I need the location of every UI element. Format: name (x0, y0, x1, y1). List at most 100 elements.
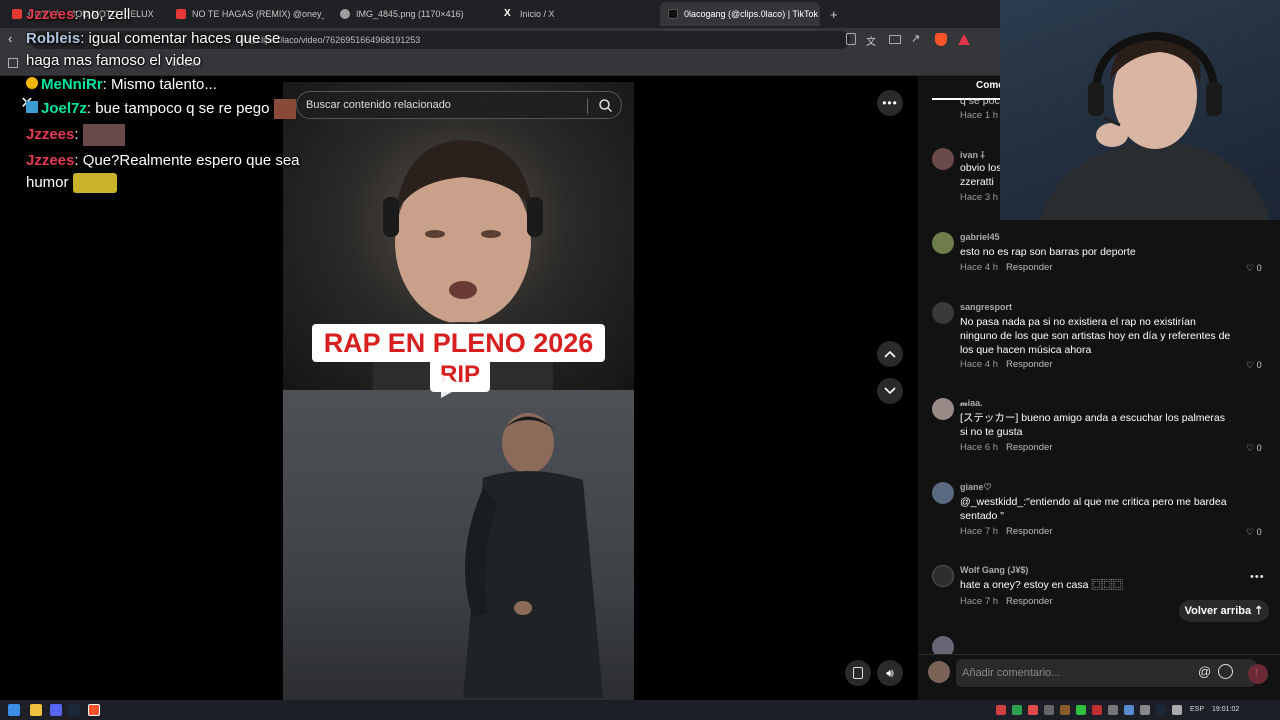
avatar[interactable] (932, 232, 954, 254)
comment-time: Hace 7 h (960, 596, 999, 607)
new-tab-label: + (830, 6, 838, 22)
tray-icon[interactable] (1044, 705, 1054, 715)
comment-meta: Hace 4 h Responder (960, 359, 1053, 370)
play-icon[interactable] (441, 374, 463, 398)
avatar[interactable] (932, 148, 954, 170)
tray-icon[interactable] (996, 705, 1006, 715)
send-button[interactable]: ↑ (1248, 664, 1268, 684)
comment-username[interactable]: 𝓂iaa. (960, 398, 983, 409)
comment-username[interactable]: gabriel45 (960, 232, 1000, 242)
tab-3[interactable]: IMG_4845.png (1170×416) (332, 2, 490, 26)
related-search-input[interactable]: Buscar contenido relacionado (296, 91, 622, 119)
tray-icon[interactable] (1028, 705, 1038, 715)
pip-button[interactable] (845, 660, 871, 686)
chat-user: Joel7z (41, 100, 87, 117)
comment-item: gabriel45 esto no es rap son barras por … (932, 232, 1272, 277)
emoji-icon[interactable] (1218, 664, 1233, 679)
avatar[interactable] (932, 565, 954, 587)
steam-icon[interactable] (68, 704, 80, 716)
back-to-top-button[interactable]: Volver arriba ⇡ (1179, 600, 1269, 622)
tray-icon[interactable] (1140, 705, 1150, 715)
stream-chat-overlay: Jzzees: no, zell Robleis: igual comentar… (26, 4, 316, 194)
tray-icon[interactable] (1012, 705, 1022, 715)
share-icon[interactable]: ↗ (911, 32, 920, 45)
like-button[interactable]: ♡ 0 (1246, 263, 1262, 274)
chat-line: MeNniRr: Mismo talento... (26, 74, 316, 96)
brave-rewards-icon[interactable] (958, 34, 970, 45)
like-button[interactable]: ♡ 0 (1246, 527, 1262, 538)
like-button[interactable]: ♡ 0 (1246, 360, 1262, 371)
chat-user: Jzzees (26, 6, 75, 23)
file-explorer-icon[interactable] (30, 704, 42, 716)
tab-4[interactable]: X Inicio / X (496, 2, 652, 26)
tray-icon[interactable] (1108, 705, 1118, 715)
avatar[interactable] (932, 398, 954, 420)
comment-username[interactable]: ivan ⸸ (960, 148, 985, 161)
like-button[interactable]: ♡ 0 (1246, 443, 1262, 454)
like-count: 0 (1256, 443, 1262, 453)
comment-meta: Hace 7 h Responder (960, 526, 1053, 537)
comment-placeholder: Añadir comentario... (962, 667, 1061, 679)
reply-button[interactable]: Responder (1006, 442, 1052, 453)
tray-icon[interactable] (1060, 705, 1070, 715)
more-options-icon[interactable]: ••• (877, 90, 903, 116)
avatar[interactable] (932, 636, 954, 654)
volume-button[interactable]: 🔊︎ (877, 660, 903, 686)
reply-button[interactable]: Responder (1006, 359, 1052, 370)
search-placeholder: Buscar contenido relacionado (306, 99, 451, 111)
x-logo-icon: X (504, 8, 511, 19)
tab-title: Inicio / X (520, 9, 555, 19)
brave-shield-icon[interactable] (935, 33, 947, 46)
back-arrow-icon[interactable]: ‹ (8, 31, 12, 46)
tray-icon[interactable] (1124, 705, 1134, 715)
comment-time: Hace 1 h (960, 110, 999, 121)
comment-username[interactable]: giane♡ (960, 482, 992, 493)
like-count: 0 (1256, 263, 1262, 273)
new-tab-button[interactable]: + (822, 2, 846, 26)
translate-icon[interactable]: 文 (866, 33, 876, 48)
tray-icon[interactable] (1076, 705, 1086, 715)
comment-text: No pasa nada pa si no existiera el rap n… (960, 316, 1231, 356)
brave-icon[interactable] (88, 704, 100, 716)
standing-figure (463, 413, 603, 698)
youtube-icon (12, 9, 22, 19)
screen-icon[interactable] (889, 35, 901, 44)
video-caption-title: RAP EN PLENO 2026 (312, 324, 605, 362)
previous-video-button[interactable] (877, 341, 903, 367)
video-player[interactable]: RAP EN PLENO 2026 RIP (283, 82, 634, 700)
next-video-button[interactable] (877, 378, 903, 404)
avatar[interactable] (932, 482, 954, 504)
tab-5-active[interactable]: 0lacogang (@clips.0laco) | TikTok ✕ (660, 2, 820, 26)
comment-username[interactable]: Wolf Gang (J¥$) (960, 565, 1028, 575)
tray-icon[interactable] (1092, 705, 1102, 715)
search-icon[interactable] (599, 99, 612, 112)
comment-time: Hace 6 h (960, 442, 999, 453)
mention-icon[interactable]: @ (1198, 664, 1211, 679)
reply-button[interactable]: Responder (1006, 262, 1052, 273)
comment-username[interactable]: sangresport (960, 302, 1012, 312)
windows-start-icon[interactable] (8, 704, 20, 716)
avatar[interactable] (932, 302, 954, 324)
chat-line: Jzzees: no, zell (26, 4, 316, 26)
steam-tray-icon[interactable] (1156, 705, 1166, 715)
comment-meta: Hace 4 h Responder (960, 262, 1053, 273)
video-frame-bottom (283, 390, 634, 700)
reply-button[interactable]: Responder (1006, 596, 1052, 607)
comment-time: Hace 4 h (960, 262, 999, 273)
like-count: 0 (1256, 360, 1262, 370)
discord-icon[interactable] (50, 704, 62, 716)
chevron-down-icon (884, 387, 896, 395)
reader-mode-icon[interactable] (846, 33, 856, 45)
comment-time: Hace 7 h (960, 526, 999, 537)
comment-time: Hace 3 h (960, 192, 999, 203)
reply-button[interactable]: Responder (1006, 526, 1052, 537)
clock[interactable]: 19:01:02 (1212, 706, 1239, 713)
comment-more-icon[interactable]: ••• (1250, 571, 1265, 583)
comment-meta: Hace 6 h Responder (960, 442, 1053, 453)
badge-icon (26, 77, 38, 89)
language-indicator[interactable]: ESP (1190, 706, 1204, 713)
webcam-overlay (1000, 0, 1280, 220)
wifi-icon[interactable] (1172, 705, 1182, 715)
speaker-icon: 🔊︎ (886, 665, 894, 680)
apps-grid-icon[interactable] (8, 58, 18, 68)
